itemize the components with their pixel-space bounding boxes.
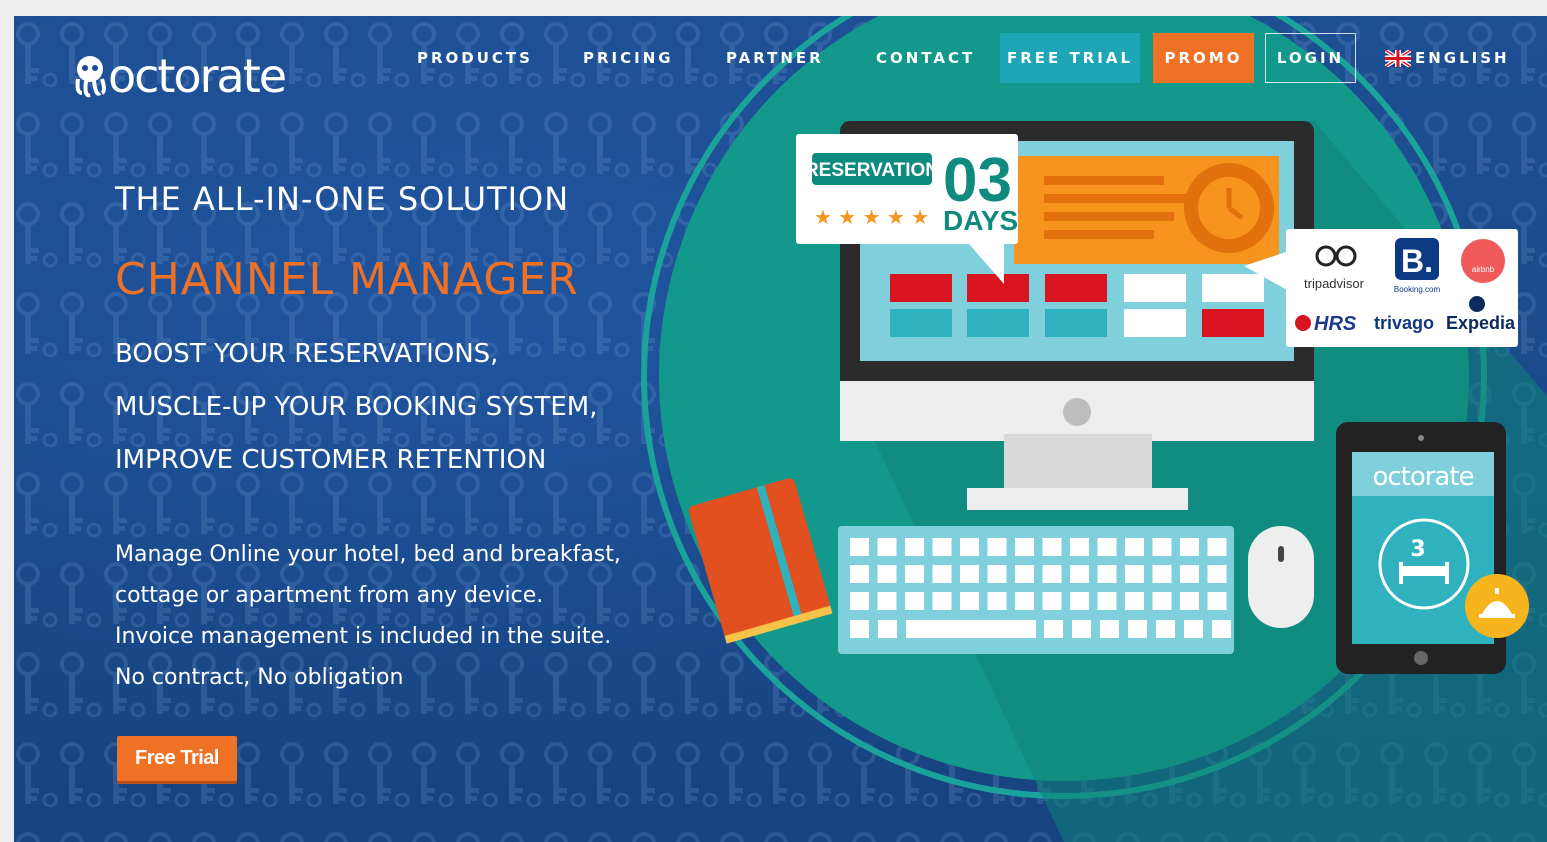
main-nav: PRODUCTS PRICING PARTNER CONTACT FREE TR… xyxy=(14,33,1547,83)
hero-bullet: IMPROVE CUSTOMER RETENTION xyxy=(115,445,547,475)
tablet: octorate 3 xyxy=(1336,422,1529,674)
keyboard-key xyxy=(1184,620,1203,638)
keyboard-key xyxy=(850,565,869,583)
reservation-label: RESERVATION xyxy=(805,160,939,181)
tablet-badge: 3 xyxy=(1410,537,1425,562)
keyboard-key xyxy=(1212,620,1231,638)
keyboard-key xyxy=(877,592,897,610)
keyboard-key xyxy=(960,592,979,610)
keyboard-key xyxy=(1042,592,1062,610)
keyboard-key xyxy=(960,565,979,583)
keyboard-key xyxy=(1152,565,1172,583)
keyboard-key xyxy=(1044,620,1063,638)
hero-bullet: BOOST YOUR RESERVATIONS, xyxy=(115,339,499,369)
svg-text:★ ★ ★ ★ ★: ★ ★ ★ ★ ★ xyxy=(814,205,929,229)
keyboard-key xyxy=(960,538,979,556)
hero-bullet: MUSCLE-UP YOUR BOOKING SYSTEM, xyxy=(115,392,598,422)
description-line: Invoice management is included in the su… xyxy=(115,624,612,649)
nav-pricing[interactable]: PRICING xyxy=(583,33,674,83)
keyboard-key xyxy=(1207,538,1227,556)
keyboard-key xyxy=(987,538,1007,556)
keyboard-key xyxy=(1125,565,1144,583)
hero-kicker: THE ALL-IN-ONE SOLUTION xyxy=(115,180,570,218)
hero-bullets: BOOST YOUR RESERVATIONS, MUSCLE-UP YOUR … xyxy=(115,328,597,487)
keyboard-key xyxy=(1180,592,1199,610)
keyboard-key xyxy=(1015,538,1034,556)
keyboard-key xyxy=(1097,592,1117,610)
keyboard-key xyxy=(905,592,924,610)
keyboard-key xyxy=(1100,620,1119,638)
hero-description: Manage Online your hotel, bed and breakf… xyxy=(115,534,621,698)
keyboard-key xyxy=(905,565,924,583)
keyboard-key xyxy=(932,538,952,556)
description-line: Manage Online your hotel, bed and breakf… xyxy=(115,542,621,567)
expedia-logo: Expedia xyxy=(1446,313,1516,333)
keyboard-key xyxy=(1152,592,1172,610)
keyboard-key xyxy=(1152,538,1172,556)
description-line: cottage or apartment from any device. xyxy=(115,583,544,608)
keyboard-key xyxy=(932,565,952,583)
nav-free-trial-button[interactable]: FREE TRIAL xyxy=(1000,33,1140,83)
keyboard-key xyxy=(987,592,1007,610)
tripadvisor-logo: tripadvisor xyxy=(1304,276,1365,291)
nav-partner[interactable]: PARTNER xyxy=(726,33,824,83)
hrs-logo: HRS xyxy=(1314,313,1357,335)
booking-logo: Booking.com xyxy=(1394,285,1441,294)
language-selector[interactable]: ENGLISH xyxy=(1385,33,1510,83)
keyboard-key xyxy=(1015,565,1034,583)
keyboard-key xyxy=(1125,538,1144,556)
keyboard-key xyxy=(905,538,924,556)
mouse xyxy=(1248,526,1314,628)
keyboard-key xyxy=(1180,565,1199,583)
svg-text:B.: B. xyxy=(1401,243,1433,279)
nav-promo-button[interactable]: PROMO xyxy=(1153,33,1254,83)
keyboard-key xyxy=(1042,565,1062,583)
keyboard-key xyxy=(906,620,1036,638)
hero-title: CHANNEL MANAGER xyxy=(115,254,579,305)
nav-login-button[interactable]: LOGIN xyxy=(1265,33,1356,83)
keyboard-key xyxy=(877,538,897,556)
description-line: No contract, No obligation xyxy=(115,665,404,690)
keyboard-key xyxy=(1207,565,1227,583)
keyboard-key xyxy=(1128,620,1147,638)
keyboard-key xyxy=(1070,565,1089,583)
airbnb-logo: airbnb xyxy=(1472,265,1495,274)
free-trial-cta-button[interactable]: Free Trial xyxy=(117,736,237,781)
keyboard-key xyxy=(1070,538,1089,556)
keyboard-key xyxy=(987,565,1007,583)
hero-section: RESERVATION ★ ★ ★ ★ ★ 03 DAYS tripadviso… xyxy=(14,16,1547,842)
keyboard-key xyxy=(1156,620,1175,638)
days-label: DAYS xyxy=(943,205,1018,236)
keyboard-key xyxy=(932,592,952,610)
nav-contact[interactable]: CONTACT xyxy=(876,33,975,83)
keyboard-key xyxy=(850,592,869,610)
nav-products[interactable]: PRODUCTS xyxy=(417,33,533,83)
keyboard-key xyxy=(1072,620,1091,638)
keyboard-key xyxy=(877,565,897,583)
trivago-logo: trivago xyxy=(1374,313,1434,333)
keyboard xyxy=(838,526,1234,654)
keyboard-key xyxy=(878,620,897,638)
keyboard-key xyxy=(1015,592,1034,610)
keyboard-key xyxy=(1042,538,1062,556)
tablet-logo: octorate xyxy=(1372,462,1473,492)
language-label: ENGLISH xyxy=(1415,49,1510,67)
keyboard-key xyxy=(1097,538,1117,556)
keyboard-key xyxy=(1125,592,1144,610)
keyboard-key xyxy=(850,538,869,556)
keyboard-key xyxy=(1207,592,1227,610)
keyboard-key xyxy=(1180,538,1199,556)
uk-flag-icon xyxy=(1385,49,1411,67)
keyboard-key xyxy=(1070,592,1089,610)
keyboard-key xyxy=(1097,565,1117,583)
keyboard-key xyxy=(850,620,869,638)
